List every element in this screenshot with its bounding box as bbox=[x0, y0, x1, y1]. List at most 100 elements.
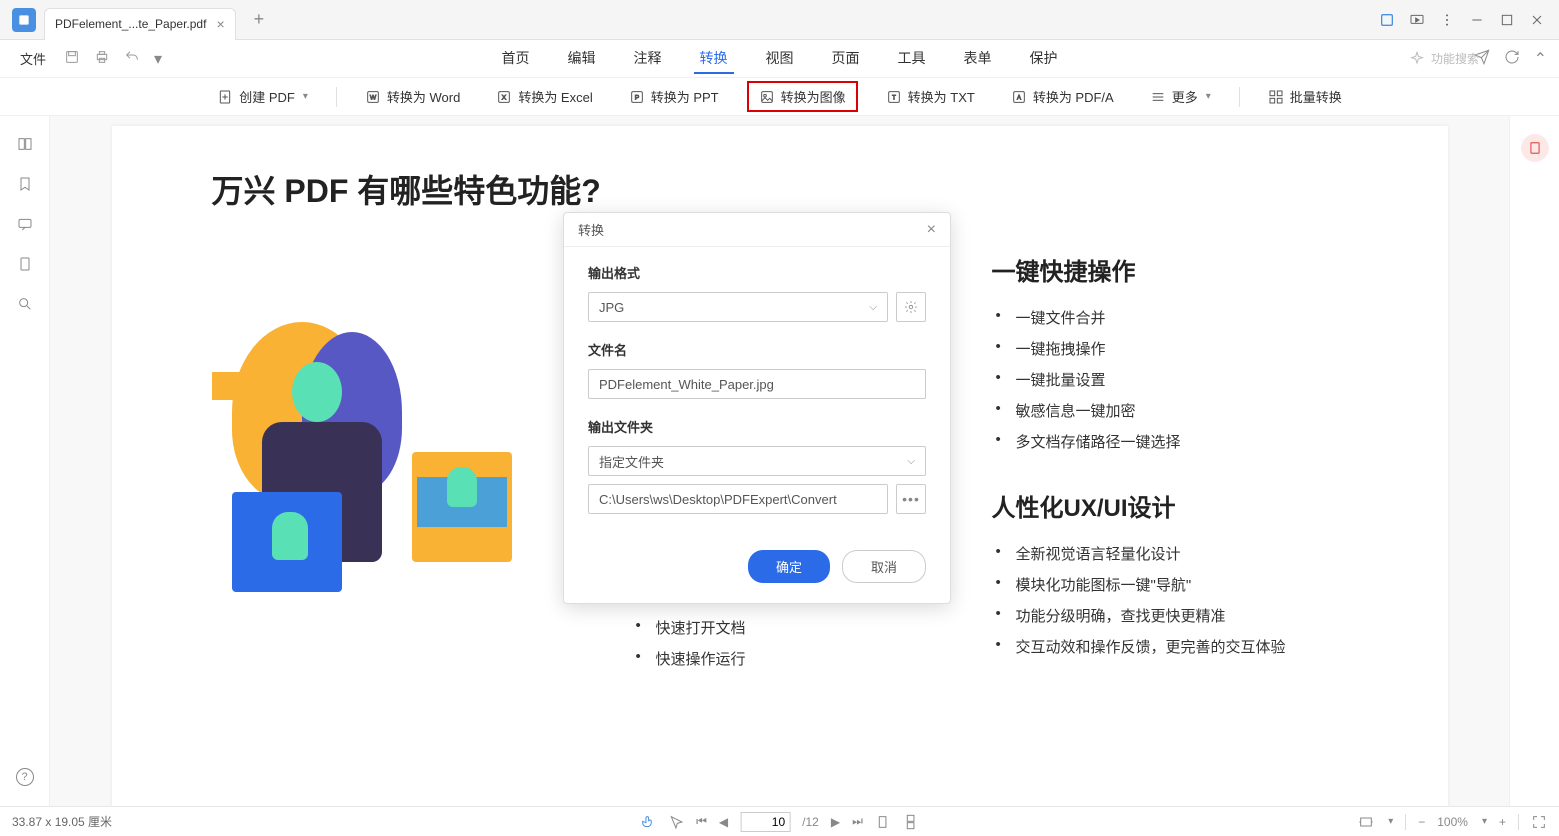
titlebar: PDFelement_...te_Paper.pdf × + bbox=[0, 0, 1559, 40]
feature-search[interactable]: 功能搜索 bbox=[1409, 50, 1479, 67]
help-icon[interactable]: ? bbox=[16, 768, 34, 786]
zoom-dropdown-icon[interactable]: ▾ bbox=[1482, 816, 1487, 827]
dialog-close-icon[interactable]: × bbox=[927, 221, 936, 239]
close-tab-icon[interactable]: × bbox=[216, 16, 224, 32]
txt-icon: T bbox=[886, 89, 902, 105]
section1-heading: 一键快捷操作 bbox=[992, 252, 1348, 287]
save-icon[interactable] bbox=[64, 49, 80, 69]
dropdown-icon[interactable]: ▾ bbox=[154, 49, 162, 69]
cancel-button[interactable]: 取消 bbox=[842, 550, 926, 583]
page-number-input[interactable] bbox=[740, 812, 790, 832]
chevron-down-icon: ⌵ bbox=[907, 456, 915, 467]
wand-icon bbox=[1409, 51, 1425, 67]
gear-icon bbox=[904, 300, 918, 314]
list-item: 全新视觉语言轻量化设计 bbox=[992, 543, 1348, 564]
to-ppt-button[interactable]: P 转换为 PPT bbox=[621, 83, 727, 110]
first-page-icon[interactable]: ⏮ bbox=[696, 814, 707, 829]
tab-home[interactable]: 首页 bbox=[496, 44, 536, 74]
browse-folder-button[interactable]: ••• bbox=[896, 484, 926, 514]
ppt-icon: P bbox=[629, 89, 645, 105]
maximize-icon[interactable] bbox=[1499, 12, 1515, 28]
tab-protect[interactable]: 保护 bbox=[1024, 44, 1064, 74]
continuous-page-icon[interactable] bbox=[903, 814, 919, 830]
next-page-icon[interactable]: ▶ bbox=[831, 815, 840, 829]
page-total: /12 bbox=[802, 815, 819, 829]
folder-path-value: C:\Users\ws\Desktop\PDFExpert\Convert bbox=[599, 492, 837, 507]
tab-comment[interactable]: 注释 bbox=[628, 44, 668, 74]
to-excel-button[interactable]: X 转换为 Excel bbox=[488, 83, 600, 110]
pdf-badge-icon[interactable] bbox=[1521, 134, 1549, 162]
section2-heading: 人性化UX/UI设计 bbox=[992, 488, 1348, 523]
tab-form[interactable]: 表单 bbox=[958, 44, 998, 74]
last-page-icon[interactable]: ⏭ bbox=[852, 814, 863, 829]
print-icon[interactable] bbox=[94, 49, 110, 69]
create-pdf-button[interactable]: 创建 PDF▾ bbox=[209, 83, 316, 110]
tab-tools[interactable]: 工具 bbox=[892, 44, 932, 74]
to-pdfa-button[interactable]: A 转换为 PDF/A bbox=[1003, 83, 1122, 110]
illustration bbox=[212, 312, 532, 612]
filename-value: PDFelement_White_Paper.jpg bbox=[599, 377, 774, 392]
minimize-icon[interactable] bbox=[1469, 12, 1485, 28]
comment-icon[interactable] bbox=[17, 216, 33, 232]
format-settings-button[interactable] bbox=[896, 292, 926, 322]
app-icon bbox=[12, 8, 36, 32]
prev-page-icon[interactable]: ◀ bbox=[719, 815, 728, 829]
file-menu[interactable]: 文件 bbox=[12, 45, 54, 72]
fit-dropdown-icon[interactable]: ▾ bbox=[1388, 816, 1393, 827]
tab-view[interactable]: 视图 bbox=[760, 44, 800, 74]
excel-icon: X bbox=[496, 89, 512, 105]
bookmark-icon[interactable] bbox=[17, 176, 33, 192]
fullscreen-icon[interactable] bbox=[1531, 814, 1547, 830]
convert-toolbar: 创建 PDF▾ W 转换为 Word X 转换为 Excel P 转换为 PPT… bbox=[0, 78, 1559, 116]
list-item: 多文档存储路径一键选择 bbox=[992, 431, 1348, 452]
attachment-icon[interactable] bbox=[17, 256, 33, 272]
thumbnails-icon[interactable] bbox=[17, 136, 33, 152]
folder-mode-select[interactable]: 指定文件夹 ⌵ bbox=[588, 446, 926, 476]
svg-text:A: A bbox=[1017, 95, 1021, 101]
select-tool-icon[interactable] bbox=[668, 814, 684, 830]
page-dimensions: 33.87 x 19.05 厘米 bbox=[12, 813, 112, 830]
sync-icon[interactable] bbox=[1504, 49, 1520, 69]
format-label: 输出格式 bbox=[588, 263, 926, 282]
app-square-icon[interactable] bbox=[1379, 12, 1395, 28]
dialog-header[interactable]: 转换 × bbox=[564, 213, 950, 247]
format-value: JPG bbox=[599, 300, 624, 315]
search-placeholder: 功能搜索 bbox=[1431, 50, 1479, 67]
folder-label: 输出文件夹 bbox=[588, 417, 926, 436]
zoom-out-icon[interactable]: − bbox=[1418, 815, 1425, 829]
document-tab[interactable]: PDFelement_...te_Paper.pdf × bbox=[44, 8, 236, 40]
more-icon bbox=[1150, 89, 1166, 105]
to-txt-button[interactable]: T 转换为 TXT bbox=[878, 83, 983, 110]
list-item: 一键拖拽操作 bbox=[992, 338, 1348, 359]
fit-width-icon[interactable] bbox=[1358, 814, 1374, 830]
separator bbox=[336, 87, 337, 107]
add-tab-button[interactable]: + bbox=[246, 9, 273, 30]
tab-convert[interactable]: 转换 bbox=[694, 44, 734, 74]
tab-title: PDFelement_...te_Paper.pdf bbox=[55, 17, 206, 31]
folder-path-input[interactable]: C:\Users\ws\Desktop\PDFExpert\Convert bbox=[588, 484, 888, 514]
search-icon[interactable] bbox=[17, 296, 33, 312]
list-item: 敏感信息一键加密 bbox=[992, 400, 1348, 421]
hand-tool-icon[interactable] bbox=[640, 814, 656, 830]
tab-page[interactable]: 页面 bbox=[826, 44, 866, 74]
ok-button[interactable]: 确定 bbox=[748, 550, 830, 583]
to-image-button[interactable]: 转换为图像 bbox=[747, 81, 858, 112]
to-word-button[interactable]: W 转换为 Word bbox=[357, 83, 468, 110]
format-select[interactable]: JPG ⌵ bbox=[588, 292, 888, 322]
more-button[interactable]: 更多▾ bbox=[1142, 83, 1219, 110]
list-item: 一键批量设置 bbox=[992, 369, 1348, 390]
pdfa-icon: A bbox=[1011, 89, 1027, 105]
svg-text:W: W bbox=[370, 94, 377, 101]
filename-input[interactable]: PDFelement_White_Paper.jpg bbox=[588, 369, 926, 399]
batch-convert-button[interactable]: 批量转换 bbox=[1260, 83, 1350, 110]
batch-icon bbox=[1268, 89, 1284, 105]
filename-label: 文件名 bbox=[588, 340, 926, 359]
zoom-in-icon[interactable]: + bbox=[1499, 815, 1506, 829]
chevron-up-icon[interactable]: ⌃ bbox=[1534, 49, 1547, 69]
kebab-menu-icon[interactable] bbox=[1439, 12, 1455, 28]
presentation-icon[interactable] bbox=[1409, 12, 1425, 28]
single-page-icon[interactable] bbox=[875, 814, 891, 830]
tab-edit[interactable]: 编辑 bbox=[562, 44, 602, 74]
close-window-icon[interactable] bbox=[1529, 12, 1545, 28]
undo-icon[interactable] bbox=[124, 49, 140, 69]
